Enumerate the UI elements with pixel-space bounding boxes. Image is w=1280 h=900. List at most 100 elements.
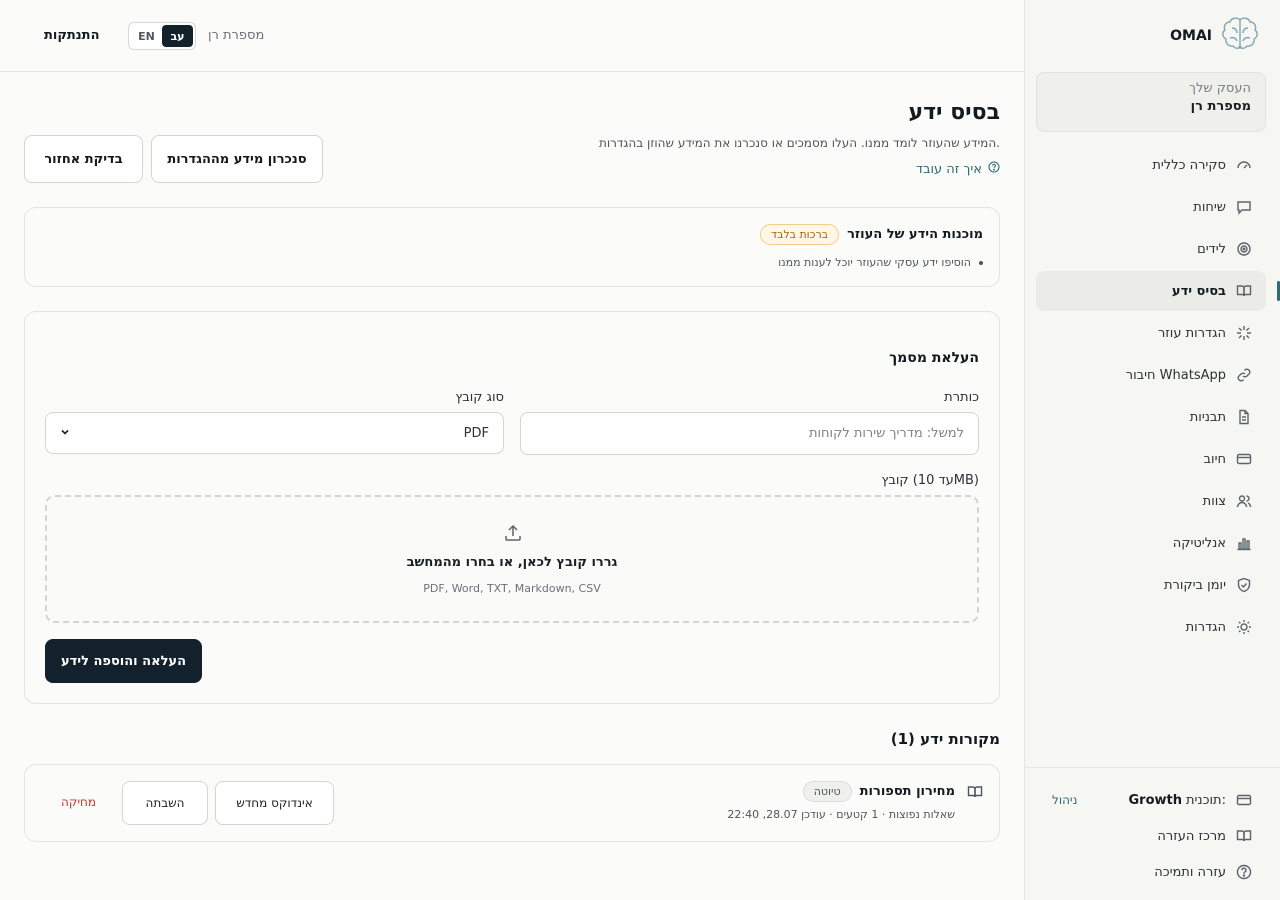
business-name: מספרת רן xyxy=(1190,99,1251,114)
readiness-badge: ברכות בלבד xyxy=(759,224,840,245)
sidebar-item-label: בסיס ידע xyxy=(1171,283,1226,299)
question-circle-icon xyxy=(1236,864,1252,880)
sidebar-item-leads[interactable]: לידים xyxy=(1036,229,1266,269)
support-label: עזרה ותמיכה xyxy=(1154,864,1226,880)
file-dropzone[interactable]: גררו קובץ לכאן, או בחרו מהמחשב PDF, Word… xyxy=(45,495,979,623)
sidebar-item-settings[interactable]: הגדרות xyxy=(1036,607,1266,647)
help-center-label: מרכז העזרה xyxy=(1157,828,1226,844)
sidebar-item-overview[interactable]: סקירה כללית xyxy=(1036,145,1266,185)
source-name: מחירון תספורות xyxy=(859,784,955,799)
topbar: התנתקות EN עב מספרת רן xyxy=(0,0,1024,72)
link-icon xyxy=(1236,367,1252,383)
retrieval-test-button[interactable]: בדיקת אחזור xyxy=(24,135,143,183)
sidebar-item-analytics[interactable]: אנליטיקה xyxy=(1036,523,1266,563)
topbar-business-name: מספרת רן xyxy=(208,28,265,43)
support-link[interactable]: עזרה ותמיכה xyxy=(1024,854,1280,890)
file-label: קובץ (עד 10MB) xyxy=(881,473,979,488)
delete-button[interactable]: מחיקה xyxy=(61,795,96,809)
bullet-dot xyxy=(979,260,983,265)
sidebar-item-label: לידים xyxy=(1197,241,1226,257)
file-type-select[interactable]: PDF xyxy=(45,412,504,454)
upload-submit-button[interactable]: העלאה והוספה לידע xyxy=(45,639,202,683)
readiness-title: מוכנות הידע של העוזר xyxy=(847,227,983,242)
sidebar-item-label: הגדרות xyxy=(1185,619,1226,635)
sidebar-item-whatsapp[interactable]: חיבור WhatsApp xyxy=(1036,355,1266,395)
book-icon xyxy=(1236,828,1252,844)
readiness-tip: הוסיפו ידע עסקי שהעוזר יוכל לענות ממנו xyxy=(778,256,983,269)
sidebar-item-label: הגדרות עוזר xyxy=(1157,325,1226,341)
plan-info: תוכנית: Growth xyxy=(1128,793,1226,808)
book-icon xyxy=(1236,283,1252,299)
upload-card: העלאת מסמך כותרת סוג קובץ למשל: מדריך שי… xyxy=(24,311,1000,704)
brain-logo-icon xyxy=(1220,16,1260,56)
sidebar-item-assistant-settings[interactable]: הגדרות עוזר xyxy=(1036,313,1266,353)
sidebar-item-label: סקירה כללית xyxy=(1152,157,1226,173)
chat-icon xyxy=(1236,199,1252,215)
question-circle-icon xyxy=(988,161,1000,177)
file-type-label: סוג קובץ xyxy=(455,390,504,405)
dropzone-formats: PDF, Word, TXT, Markdown, CSV xyxy=(423,582,601,595)
title-label: כותרת xyxy=(944,390,979,405)
reindex-button[interactable]: אינדוקס מחדש xyxy=(215,781,334,825)
source-item: מחירון תספורות טיוטה שאלות נפוצות · 1 קט… xyxy=(24,764,1000,842)
sidebar-nav: סקירה כללית שיחות לידים בסיס ידע הגדרות … xyxy=(1036,145,1280,649)
sidebar-item-label: יומן ביקורת xyxy=(1163,577,1226,593)
logout-button[interactable]: התנתקות xyxy=(44,28,100,43)
sources-title: מקורות ידע (1) xyxy=(890,730,1000,748)
language-toggle: EN עב xyxy=(128,22,196,50)
page-title: בסיס ידע xyxy=(908,100,1000,125)
brand-name: OMAI xyxy=(1170,28,1212,44)
sidebar-item-label: חיוב xyxy=(1203,451,1226,467)
sidebar-item-templates[interactable]: תבניות xyxy=(1036,397,1266,437)
manage-plan-link[interactable]: ניהול xyxy=(1052,793,1077,807)
upload-icon xyxy=(503,523,523,543)
readiness-tip-text: הוסיפו ידע עסקי שהעוזר יוכל לענות ממנו xyxy=(778,256,971,269)
sidebar-item-label: צוות xyxy=(1202,493,1226,509)
sidebar-item-knowledge-base[interactable]: בסיס ידע xyxy=(1036,271,1280,311)
sidebar-item-label: שיחות xyxy=(1193,199,1226,215)
sidebar-item-label: אנליטיקה xyxy=(1172,535,1226,551)
plan-row: תוכנית: Growth ניהול xyxy=(1024,782,1280,818)
page-subtitle: המידע שהעוזר לומד ממנו. העלו מסמכים או ס… xyxy=(598,136,1000,150)
sidebar-footer: תוכנית: Growth ניהול מרכז העזרה עזרה ותמ… xyxy=(1024,767,1280,890)
business-switcher[interactable]: העסק שלך מספרת רן xyxy=(1036,72,1266,132)
how-it-works-link[interactable]: איך זה עובד xyxy=(916,161,1000,177)
sync-settings-button[interactable]: סנכרון מידע מההגדרות xyxy=(151,135,323,183)
target-icon xyxy=(1236,241,1252,257)
file-type-value: PDF xyxy=(463,425,489,441)
readiness-card: מוכנות הידע של העוזר ברכות בלבד הוסיפו י… xyxy=(24,207,1000,287)
shield-icon xyxy=(1236,577,1252,593)
plan-label: תוכנית: xyxy=(1185,792,1226,808)
source-status-badge: טיוטה xyxy=(802,781,852,802)
upload-title: העלאת מסמך xyxy=(889,350,979,366)
business-label: העסק שלך xyxy=(1188,81,1251,96)
lang-he-button[interactable]: עב xyxy=(162,25,193,47)
credit-card-icon xyxy=(1236,451,1252,467)
credit-card-icon xyxy=(1236,792,1252,808)
bar-chart-icon xyxy=(1236,535,1252,551)
source-header: מחירון תספורות טיוטה xyxy=(802,781,983,802)
sidebar-item-team[interactable]: צוות xyxy=(1036,481,1266,521)
how-it-works-label: איך זה עובד xyxy=(915,161,982,177)
sidebar-item-audit-log[interactable]: יומן ביקורת xyxy=(1036,565,1266,605)
source-meta: שאלות נפוצות · 1 קטעים · עודכן 28.07, 22… xyxy=(727,808,955,821)
plan-name: Growth xyxy=(1128,792,1182,808)
users-icon xyxy=(1236,493,1252,509)
sun-icon xyxy=(1236,619,1252,635)
sparkle-icon xyxy=(1236,325,1252,341)
dropzone-text: גררו קובץ לכאן, או בחרו מהמחשב xyxy=(406,555,618,570)
lang-en-button[interactable]: EN xyxy=(131,25,162,47)
document-icon xyxy=(1236,409,1252,425)
sidebar-item-conversations[interactable]: שיחות xyxy=(1036,187,1266,227)
disable-button[interactable]: השבתה xyxy=(122,781,208,825)
sidebar: OMAI העסק שלך מספרת רן סקירה כללית שיחות… xyxy=(1024,0,1280,900)
chevron-down-icon xyxy=(60,426,70,441)
help-center-link[interactable]: מרכז העזרה xyxy=(1024,818,1280,854)
readiness-header: מוכנות הידע של העוזר ברכות בלבד xyxy=(759,224,983,245)
gauge-icon xyxy=(1236,157,1252,173)
book-icon xyxy=(967,784,983,800)
brand[interactable]: OMAI xyxy=(1170,16,1260,56)
sidebar-item-label: חיבור WhatsApp xyxy=(1125,367,1226,383)
title-input[interactable]: למשל: מדריך שירות לקוחות xyxy=(520,412,979,455)
sidebar-item-billing[interactable]: חיוב xyxy=(1036,439,1266,479)
